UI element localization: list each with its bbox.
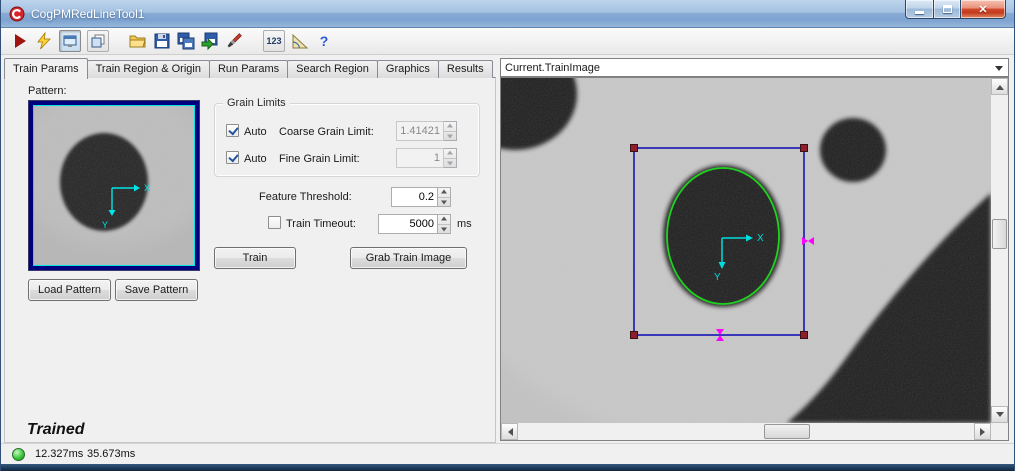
feature-threshold-input[interactable] <box>391 187 438 207</box>
status-bar: 12.327ms 35.673ms <box>1 443 1015 464</box>
axis-x-label: X <box>757 233 764 244</box>
train-timeout-input[interactable] <box>378 214 438 234</box>
feature-threshold-label: Feature Threshold: <box>259 191 352 203</box>
minimize-icon <box>915 11 924 14</box>
save-image-button[interactable] <box>177 32 195 50</box>
app-window: CogPMRedLineTool1 ✕ <box>0 0 1015 471</box>
overlapping-panes-icon <box>91 34 105 48</box>
tab-run-params[interactable]: Run Params <box>209 60 288 78</box>
coarse-grain-spinner[interactable] <box>444 121 457 141</box>
coarse-auto-checkbox[interactable] <box>226 124 239 137</box>
run-icon <box>11 32 29 50</box>
arrow-right-icon <box>980 428 989 436</box>
fine-auto-checkbox[interactable] <box>226 151 239 164</box>
floppy-copy-icon <box>177 32 195 50</box>
tab-results[interactable]: Results <box>438 60 493 78</box>
load-pattern-button[interactable]: Load Pattern <box>28 279 111 301</box>
train-timeout-checkbox[interactable] <box>268 216 281 229</box>
coarse-auto-label: Auto <box>244 126 267 138</box>
numeric-123-icon: 123 <box>266 36 281 46</box>
train-timeout-unit: ms <box>457 218 472 230</box>
tab-search-region[interactable]: Search Region <box>287 60 378 78</box>
train-image-panel: X Y <box>500 77 1009 441</box>
grab-train-image-button[interactable]: Grab Train Image <box>350 247 467 269</box>
brush-icon <box>225 32 243 50</box>
status-time-2: 35.673ms <box>87 448 135 460</box>
pattern-region-border: X Y <box>33 105 195 266</box>
close-icon: ✕ <box>978 3 987 16</box>
vertical-scroll-thumb[interactable] <box>992 219 1007 249</box>
scroll-down-button[interactable] <box>991 406 1008 423</box>
pattern-label: Pattern: <box>28 85 67 97</box>
scrollbar-corner <box>991 423 1008 440</box>
horizontal-scroll-thumb[interactable] <box>764 424 810 439</box>
image-selector-value: Current.TrainImage <box>505 62 600 74</box>
pattern-image-frame[interactable]: X Y <box>28 100 200 271</box>
run-button[interactable] <box>11 32 29 50</box>
feature-threshold-spinner[interactable] <box>438 187 451 207</box>
fine-auto-label: Auto <box>244 153 267 165</box>
vertical-scrollbar[interactable] <box>991 78 1008 423</box>
save-file-button[interactable] <box>153 32 171 50</box>
fine-grain-spinner[interactable] <box>444 148 457 168</box>
grain-limits-title: Grain Limits <box>223 97 290 109</box>
close-button[interactable]: ✕ <box>961 0 1006 19</box>
help-button[interactable]: ? <box>315 32 333 50</box>
pattern-axis-x-label: X <box>144 183 150 193</box>
train-button[interactable]: Train <box>214 247 296 269</box>
arrow-down-icon <box>996 412 1004 421</box>
arrow-left-icon <box>504 428 513 436</box>
titlebar[interactable]: CogPMRedLineTool1 ✕ <box>1 0 1015 28</box>
tab-train-params[interactable]: Train Params <box>4 58 88 79</box>
fine-grain-label: Fine Grain Limit: <box>279 153 360 165</box>
status-led-icon <box>12 448 25 461</box>
measure-angle-button[interactable] <box>291 32 309 50</box>
tab-strip: Train Params Train Region & Origin Run P… <box>4 57 492 78</box>
maximize-button[interactable] <box>934 0 961 19</box>
scroll-up-button[interactable] <box>991 78 1008 95</box>
status-time-1: 12.327ms <box>35 448 83 460</box>
window-title: CogPMRedLineTool1 <box>31 7 144 21</box>
fine-grain-input[interactable] <box>396 148 444 168</box>
minimize-button[interactable] <box>905 0 934 19</box>
folder-icon <box>129 32 147 50</box>
axis-y-label: Y <box>714 272 721 283</box>
live-run-button[interactable] <box>35 32 53 50</box>
protractor-icon <box>291 32 309 50</box>
edit-graphics-button[interactable] <box>225 32 243 50</box>
lightning-icon <box>35 32 53 50</box>
scroll-right-button[interactable] <box>974 423 991 440</box>
train-timeout-label: Train Timeout: <box>286 218 356 230</box>
image-selector-combobox[interactable]: Current.TrainImage <box>500 58 1009 77</box>
trained-status: Trained <box>27 421 85 439</box>
import-button[interactable] <box>201 32 219 50</box>
arrow-up-icon <box>996 81 1004 90</box>
coarse-grain-input[interactable] <box>396 121 444 141</box>
train-timeout-spinner[interactable] <box>438 214 451 234</box>
coarse-grain-label: Coarse Grain Limit: <box>279 126 374 138</box>
save-pattern-button[interactable]: Save Pattern <box>115 279 198 301</box>
floppy-icon <box>153 32 171 50</box>
window-bottom-border <box>1 464 1015 471</box>
monitor-icon <box>63 34 77 48</box>
numeric-format-button[interactable]: 123 <box>263 30 285 52</box>
image-display-toggle[interactable] <box>59 30 81 52</box>
maximize-icon <box>943 5 952 13</box>
open-file-button[interactable] <box>129 32 147 50</box>
chevron-down-icon <box>995 66 1003 75</box>
floppy-arrow-icon <box>201 32 219 50</box>
horizontal-scrollbar[interactable] <box>501 423 991 440</box>
pattern-axis-y-label: Y <box>102 220 108 230</box>
toolbar: 123 ? <box>1 28 1015 55</box>
help-icon: ? <box>320 33 329 49</box>
tab-graphics[interactable]: Graphics <box>377 60 439 78</box>
scroll-left-button[interactable] <box>501 423 518 440</box>
train-image-display[interactable]: X Y <box>501 78 991 423</box>
pane-layout-button[interactable] <box>87 30 109 52</box>
pattern-image: X Y <box>34 106 194 265</box>
tab-train-region-origin[interactable]: Train Region & Origin <box>87 60 210 78</box>
app-icon <box>9 6 25 22</box>
